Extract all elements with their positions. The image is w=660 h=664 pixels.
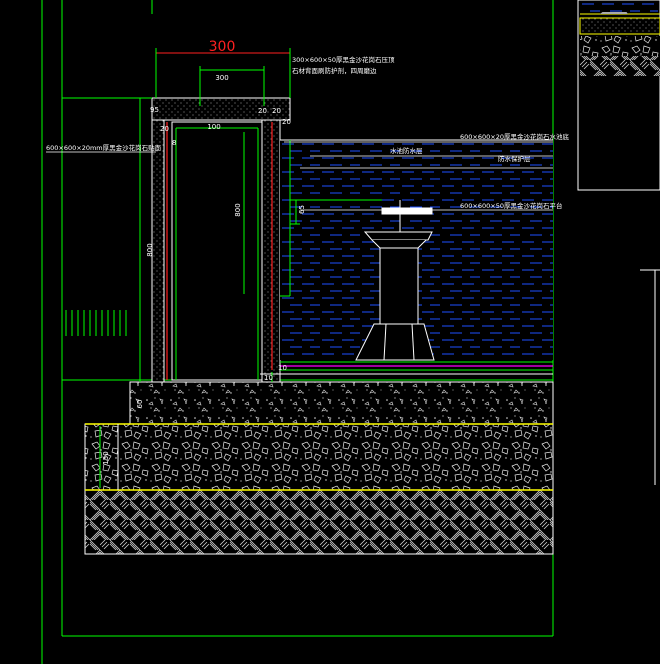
- dimension-side-left: 800: [146, 243, 154, 256]
- dimension-100: 100: [207, 123, 220, 131]
- dimension-bottom-10: 10: [264, 374, 273, 382]
- dimension-8: 8: [172, 139, 176, 147]
- dimension-20-c: 20: [160, 125, 169, 133]
- left-hatch-marks: [65, 310, 127, 336]
- thumbnail-detail: [577, 0, 660, 191]
- dimension-20-b: 20: [272, 107, 281, 115]
- dimension-300-main: 300: [209, 39, 236, 55]
- dimension-side-right: 800: [234, 203, 242, 216]
- dimension-95: 95: [150, 106, 159, 114]
- cad-section-drawing: 300 300 100 20 20 20 20 95 8 800 800 65 …: [41, 0, 660, 664]
- note-top-1: 300×600×50厚黑金沙花岗石压顶: [292, 55, 395, 64]
- note-top-2: 石材背面刷防护剂，四周磨边: [292, 66, 377, 75]
- dimension-150: 150: [102, 451, 110, 464]
- dimension-60: 60: [136, 400, 144, 409]
- dimension-300-inner: 300: [215, 74, 228, 82]
- note-right-2: 水池防水层: [390, 146, 423, 155]
- right-border: [640, 269, 660, 485]
- dimension-20-a: 20: [258, 107, 267, 115]
- note-right-1: 600×600×20厚黑金沙花岗石水池底: [460, 132, 569, 141]
- note-left: 600×600×20mm厚黑金沙花岗石贴面: [46, 143, 162, 152]
- dimension-10-small: 10: [278, 364, 287, 372]
- note-right-3: 防水保护层: [498, 154, 531, 163]
- note-right-4: 600×600×50厚黑金沙花岗石平台: [460, 201, 562, 210]
- dimension-20-d: 20: [282, 118, 291, 126]
- dimension-65: 65: [298, 205, 306, 214]
